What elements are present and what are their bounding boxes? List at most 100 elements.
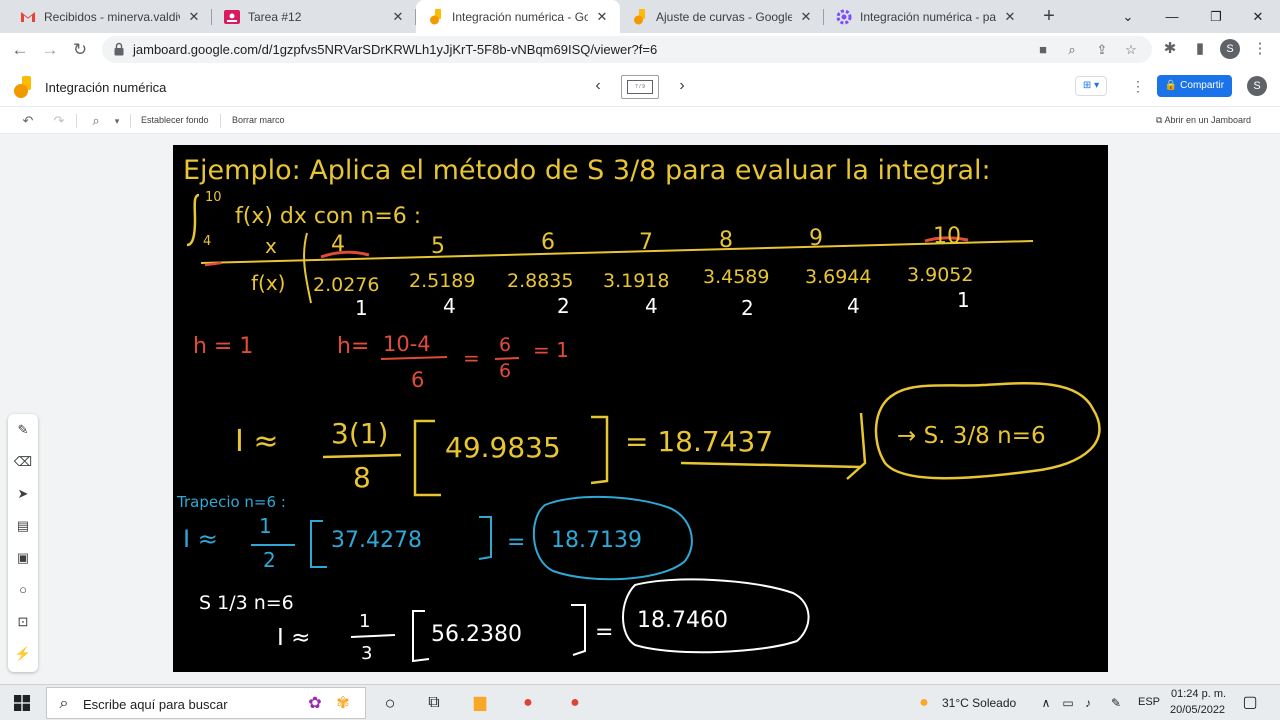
- forward-arrow-icon[interactable]: →: [38, 38, 62, 62]
- file-explorer-icon[interactable]: ▆: [470, 693, 490, 713]
- undo-icon[interactable]: ↶: [19, 112, 37, 130]
- chrome-menu-icon[interactable]: ⋮: [1249, 38, 1271, 60]
- minimize-button[interactable]: —: [1150, 0, 1194, 33]
- zoom-dropdown-chevron-icon[interactable]: ▾: [108, 112, 126, 130]
- zoom-icon[interactable]: ⌕: [1064, 42, 1080, 58]
- share-page-icon[interactable]: ⇪: [1094, 42, 1110, 58]
- h-result: = 1: [533, 338, 569, 362]
- reload-icon[interactable]: ↻: [68, 38, 92, 62]
- jam-title[interactable]: Integración numérica: [45, 80, 166, 95]
- s13-denominator: 3: [361, 643, 372, 664]
- profile-avatar[interactable]: S: [1220, 39, 1240, 59]
- weight-6: 1: [957, 288, 970, 312]
- s38-cloud-label: → S. 3/8 n=6: [897, 423, 1046, 449]
- gmail-icon: [20, 9, 36, 25]
- close-tab-icon[interactable]: ✕: [186, 9, 202, 25]
- close-tab-icon[interactable]: ✕: [1002, 9, 1018, 25]
- browser-toolbar: ← → ↻ jamboard.google.com/d/1gzpfvs5NRVa…: [0, 33, 1280, 66]
- fx-value-2: 2.8835: [507, 270, 573, 292]
- close-tab-icon[interactable]: ✕: [594, 9, 610, 25]
- frame-thumbnail[interactable]: 7 / 9: [621, 75, 659, 99]
- side-panel-icon[interactable]: ▮: [1189, 38, 1211, 60]
- eraser-icon[interactable]: ⌫: [13, 452, 33, 472]
- open-in-jamboard-button[interactable]: ⧉ Abrir en un Jamboard: [1156, 115, 1251, 126]
- share-button[interactable]: 🔒 Compartir: [1157, 75, 1232, 97]
- trapecio-bracket-value: 37.4278: [331, 528, 422, 553]
- x-value-2: 6: [541, 230, 555, 255]
- x-value-6: 10: [933, 224, 961, 249]
- set-background-button[interactable]: Establecer fondo: [141, 115, 209, 125]
- back-arrow-icon[interactable]: ←: [8, 38, 32, 62]
- integral-lower-limit: 4: [203, 234, 211, 249]
- language-indicator[interactable]: ESP: [1138, 696, 1160, 708]
- trapecio-left-bracket: [310, 520, 327, 568]
- taskbar-search-input[interactable]: ⌕ Escribe aquí para buscar ✿ ✾: [46, 687, 366, 719]
- windows-taskbar: ⌕ Escribe aquí para buscar ✿ ✾ ○ ⧉ ▆ ● ●…: [0, 684, 1280, 720]
- sticky-note-icon[interactable]: ▤: [13, 516, 33, 536]
- extensions-puzzle-icon[interactable]: ✱: [1159, 38, 1181, 60]
- chrome-profile-icon[interactable]: ●: [565, 693, 585, 713]
- tray-chevron-up-icon[interactable]: ∧: [1036, 693, 1056, 713]
- task-view-icon[interactable]: ⧉: [424, 693, 444, 713]
- s38-bracket-value: 49.9835: [445, 431, 561, 464]
- tab-integracion-active[interactable]: Integración numérica - Goog ✕: [416, 0, 620, 33]
- trapecio-lhs: I ≈: [183, 525, 218, 553]
- jamboard-frame[interactable]: Ejemplo: Aplica el método de S 3/8 para …: [173, 145, 1108, 672]
- weather-text[interactable]: 31°C Soleado: [942, 696, 1016, 710]
- jamboard-toolbar: ↶ ↷ ⌕ ▾ Establecer fondo Borrar marco ⧉ …: [0, 108, 1280, 134]
- tab-integracion-parte[interactable]: Integración numérica - parte ✕: [824, 0, 1028, 33]
- bookmark-star-icon[interactable]: ☆: [1123, 42, 1139, 58]
- laser-icon[interactable]: ⚡: [13, 644, 33, 664]
- circle-shape-icon[interactable]: ○: [13, 580, 33, 600]
- close-tab-icon[interactable]: ✕: [390, 9, 406, 25]
- tab-tarea[interactable]: Tarea #12 ✕: [212, 0, 416, 33]
- s38-numerator: 3(1): [331, 417, 388, 450]
- red-underline-x0: [320, 250, 370, 259]
- integral-expression: f(x) dx con n=6 :: [235, 204, 421, 229]
- close-tab-icon[interactable]: ✕: [798, 9, 814, 25]
- camera-icon[interactable]: ■: [1035, 42, 1051, 58]
- address-bar[interactable]: jamboard.google.com/d/1gzpfvs5NRVarSDrKR…: [102, 36, 1152, 63]
- weight-4: 2: [741, 296, 754, 320]
- image-icon[interactable]: ▣: [13, 548, 33, 568]
- battery-icon[interactable]: ▭: [1058, 693, 1078, 713]
- text-box-icon[interactable]: ⊡: [13, 612, 33, 632]
- tab-ajuste-curvas[interactable]: Ajuste de curvas - Google Ja ✕: [620, 0, 824, 33]
- weight-1: 4: [443, 294, 456, 318]
- s38-divider-stroke: [846, 412, 867, 480]
- weight-2: 2: [557, 294, 570, 318]
- next-frame-chevron-icon[interactable]: ›: [672, 75, 692, 97]
- pen-workspace-icon[interactable]: ✎: [1106, 693, 1126, 713]
- cortana-circle-icon[interactable]: ○: [380, 693, 400, 713]
- close-window-button[interactable]: ✕: [1236, 0, 1280, 33]
- s13-right-bracket: [571, 604, 586, 656]
- clock-time[interactable]: 01:24 p. m.: [1171, 688, 1226, 700]
- zoom-in-icon[interactable]: ⌕: [87, 112, 105, 130]
- toolbar-divider: [130, 114, 131, 128]
- redo-icon[interactable]: ↷: [50, 112, 68, 130]
- tab-gmail[interactable]: Recibidos - minerva.valdivia@ ✕: [8, 0, 212, 33]
- frame-indicator: 7 / 9: [627, 80, 653, 94]
- previous-frame-chevron-icon[interactable]: ‹: [588, 75, 608, 97]
- new-tab-button[interactable]: +: [1038, 5, 1060, 27]
- volume-icon[interactable]: ♪: [1078, 693, 1098, 713]
- jam-avatar[interactable]: S: [1247, 76, 1267, 96]
- trapecio-numerator: 1: [259, 514, 272, 538]
- more-options-icon[interactable]: ⋮: [1130, 76, 1146, 96]
- fx-value-0: 2.0276: [313, 274, 379, 296]
- pen-icon[interactable]: ✎: [13, 420, 33, 440]
- restore-button[interactable]: ❐: [1194, 0, 1238, 33]
- tool-palette: ✎ ⌫ ➤ ▤ ▣ ○ ⊡ ⚡: [8, 414, 38, 672]
- select-arrow-icon[interactable]: ➤: [13, 484, 33, 504]
- clear-frame-button[interactable]: Borrar marco: [232, 115, 285, 125]
- search-highlight-icon: ✿: [308, 695, 322, 712]
- h-equals: =: [463, 346, 480, 370]
- add-frame-button[interactable]: ⊞ ▾: [1075, 76, 1107, 96]
- settings-gear-icon: [836, 9, 852, 25]
- windows-start-icon[interactable]: [14, 695, 30, 711]
- clock-date[interactable]: 20/05/2022: [1170, 704, 1225, 716]
- x-value-4: 8: [719, 228, 733, 253]
- tab-search-chevron-icon[interactable]: ⌄: [1106, 0, 1150, 33]
- chrome-icon[interactable]: ●: [518, 693, 538, 713]
- notifications-icon[interactable]: ▢: [1240, 693, 1260, 713]
